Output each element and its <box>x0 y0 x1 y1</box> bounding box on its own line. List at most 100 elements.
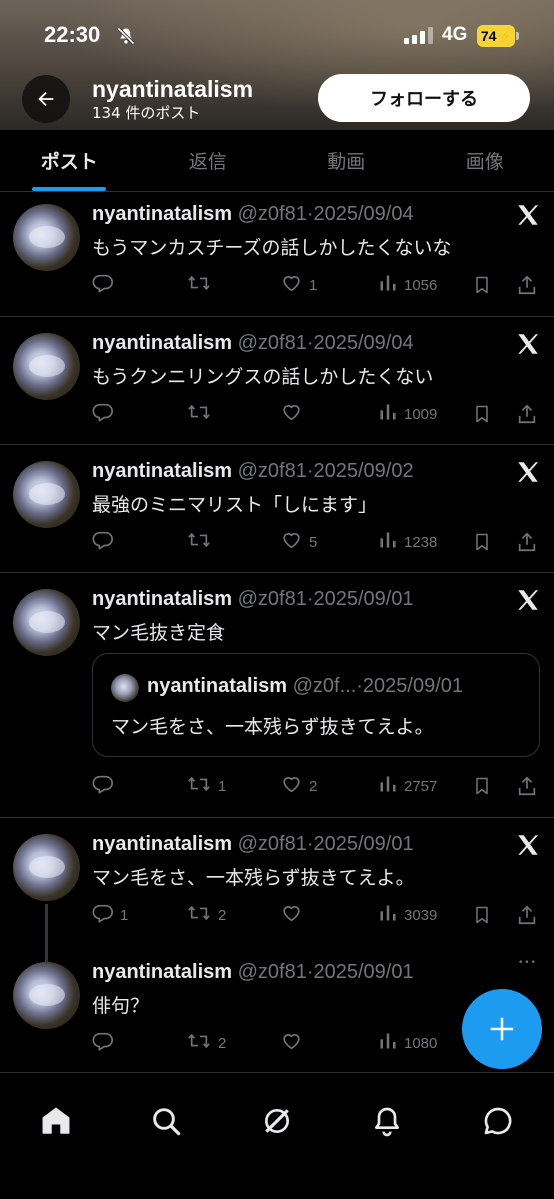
profile-top-bar: nyantinatalism 134 件のポスト フォローする <box>0 70 554 126</box>
profile-name: nyantinatalism <box>92 76 254 102</box>
compose-button[interactable] <box>462 989 542 1069</box>
repost-button[interactable] <box>186 272 218 298</box>
reply-icon <box>92 401 114 427</box>
quoted-post[interactable]: nyantinatalism @z0f...·2025/09/01 マン毛をさ、一… <box>92 653 540 757</box>
action-bar: 5 1238 <box>92 529 542 555</box>
repost-button[interactable]: 2 <box>186 902 226 928</box>
nav-grok[interactable] <box>257 1101 297 1141</box>
bookmark-button[interactable] <box>472 902 492 928</box>
avatar[interactable] <box>13 962 80 1029</box>
share-button[interactable] <box>516 272 538 298</box>
like-button[interactable]: 1 <box>280 272 317 298</box>
avatar[interactable] <box>13 589 80 656</box>
author-name[interactable]: nyantinatalism <box>92 961 232 983</box>
views-button[interactable]: 2757 <box>378 773 437 799</box>
nav-messages[interactable] <box>478 1101 518 1141</box>
reply-button[interactable] <box>92 401 120 427</box>
views-button[interactable]: 3039 <box>378 902 437 928</box>
bookmark-button[interactable] <box>472 773 492 799</box>
heart-icon <box>280 773 303 799</box>
repost-count: 2 <box>218 1034 227 1052</box>
post-text: 俳句？ <box>92 995 150 1017</box>
share-button[interactable] <box>516 773 538 799</box>
like-button[interactable]: 2 <box>280 773 317 799</box>
views-icon <box>378 1031 398 1055</box>
post-item[interactable]: nyantinatalism @z0f81·2025/09/04 もうクンニリング… <box>0 317 554 445</box>
repost-button[interactable]: 1 <box>186 773 226 799</box>
handle-and-date: @z0f81·2025/09/04 <box>237 332 414 354</box>
tab-videos[interactable]: 動画 <box>277 130 416 191</box>
like-button[interactable]: 5 <box>280 529 317 555</box>
nav-notifications[interactable] <box>367 1101 407 1141</box>
author-name[interactable]: nyantinatalism <box>92 460 232 482</box>
reply-icon <box>92 902 114 928</box>
bookmark-button[interactable] <box>472 272 492 298</box>
post-item[interactable]: nyantinatalism @z0f81·2025/09/01 マン毛抜き定食 n… <box>0 573 554 818</box>
tab-posts[interactable]: ポスト <box>0 130 139 191</box>
like-button[interactable] <box>280 1030 309 1056</box>
home-icon <box>42 1107 70 1134</box>
post-item[interactable]: nyantinatalism @z0f81·2025/09/02 最強のミニマリス… <box>0 445 554 573</box>
action-bar: 1 2 3039 <box>92 902 542 928</box>
author-name[interactable]: nyantinatalism <box>92 203 232 225</box>
reply-button[interactable] <box>92 272 120 298</box>
views-button[interactable]: 1056 <box>378 272 437 298</box>
views-button[interactable]: 1009 <box>378 401 437 427</box>
share-button[interactable] <box>516 401 538 427</box>
follow-button[interactable]: フォローする <box>318 74 530 122</box>
quoted-text: マン毛をさ、一本残らず抜きてえよ。 <box>111 716 434 738</box>
bookmark-button[interactable] <box>472 529 492 555</box>
views-button[interactable]: 1080 <box>378 1030 437 1056</box>
tab-images[interactable]: 画像 <box>416 130 554 191</box>
views-icon <box>378 774 398 798</box>
post-text: マン毛をさ、一本残らず抜きてえよ。 <box>92 867 415 889</box>
post-text: 最強のミニマリスト「しにます」 <box>92 494 378 516</box>
repost-icon <box>186 1030 212 1056</box>
quoted-header: nyantinatalism @z0f...·2025/09/01 <box>147 675 463 698</box>
post-header: nyantinatalism @z0f81·2025/09/01 <box>92 588 414 611</box>
repost-icon <box>186 773 212 799</box>
x-logo-icon <box>515 202 541 232</box>
reply-button[interactable] <box>92 529 120 555</box>
share-button[interactable] <box>516 902 538 928</box>
share-button[interactable] <box>516 529 538 555</box>
quoted-avatar <box>111 674 139 702</box>
repost-button[interactable] <box>186 401 218 427</box>
views-icon <box>378 402 398 426</box>
repost-button[interactable]: 2 <box>186 1030 226 1056</box>
reply-button[interactable] <box>92 773 120 799</box>
nav-search[interactable] <box>146 1101 186 1141</box>
author-name[interactable]: nyantinatalism <box>92 588 232 610</box>
like-button[interactable] <box>280 401 309 427</box>
reply-icon <box>92 773 114 799</box>
signal-strength-icon <box>404 27 433 44</box>
avatar[interactable] <box>13 333 80 400</box>
views-button[interactable]: 1238 <box>378 529 437 555</box>
action-bar: 1009 <box>92 401 542 427</box>
post-item[interactable]: nyantinatalism @z0f81·2025/09/04 もうマンカスチー… <box>0 192 554 317</box>
repost-icon <box>186 902 212 928</box>
reply-button[interactable] <box>92 1030 120 1056</box>
status-bar: 22:30 4G 74 ⚡ <box>0 0 554 60</box>
tab-replies[interactable]: 返信 <box>139 130 278 191</box>
avatar[interactable] <box>13 461 80 528</box>
nav-home[interactable] <box>36 1101 76 1141</box>
heart-icon <box>280 272 303 298</box>
post-text: マン毛抜き定食 <box>92 622 226 644</box>
post-header: nyantinatalism @z0f81·2025/09/01 <box>92 833 414 856</box>
avatar[interactable] <box>13 204 80 271</box>
bookmark-button[interactable] <box>472 401 492 427</box>
more-dots-icon[interactable]: ••• <box>518 958 537 968</box>
like-button[interactable] <box>280 902 309 928</box>
post-item[interactable]: nyantinatalism @z0f81·2025/09/01 マン毛をさ、一本… <box>0 818 554 962</box>
reply-button[interactable]: 1 <box>92 902 128 928</box>
repost-icon <box>186 272 212 298</box>
author-name[interactable]: nyantinatalism <box>92 332 232 354</box>
network-type: 4G <box>442 24 468 45</box>
author-name[interactable]: nyantinatalism <box>92 833 232 855</box>
back-button[interactable] <box>22 75 70 123</box>
post-header: nyantinatalism @z0f81·2025/09/04 <box>92 332 414 355</box>
reply-icon <box>92 529 114 555</box>
repost-button[interactable] <box>186 529 218 555</box>
avatar[interactable] <box>13 834 80 901</box>
